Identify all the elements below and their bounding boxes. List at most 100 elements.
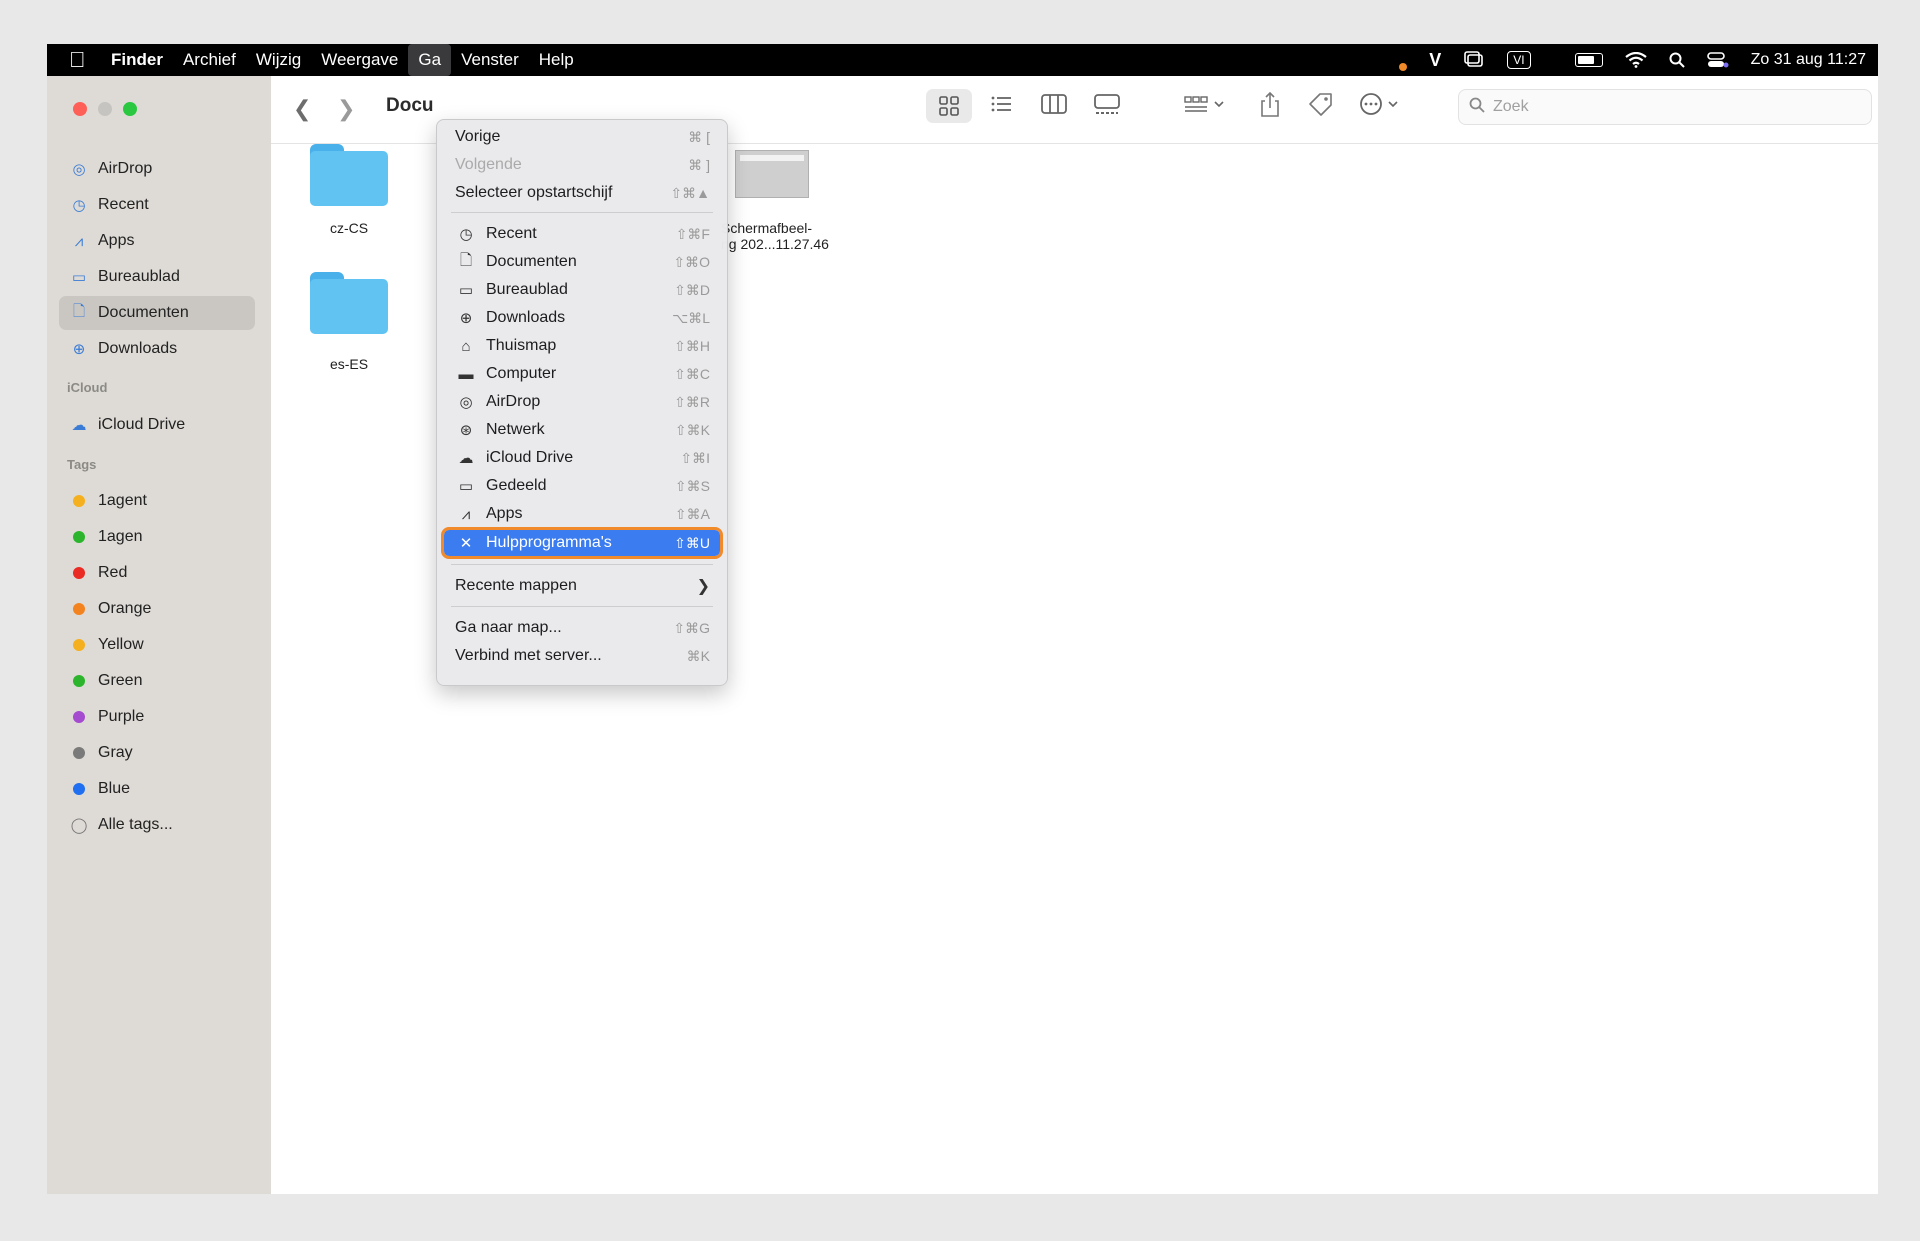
- menu-item-netwerk[interactable]: ⊛ Netwerk ⇧⌘K: [444, 417, 720, 443]
- menu-item-label: Vorige: [455, 128, 501, 145]
- gallery-view-button[interactable]: [1093, 92, 1121, 122]
- menu-item-thuismap[interactable]: ⌂ Thuismap ⇧⌘H: [444, 333, 720, 359]
- sidebar-item-apps[interactable]: ⩘ Apps: [59, 224, 255, 258]
- menu-item-shortcut: ⇧⌘F: [675, 225, 710, 242]
- clock-icon: ◷: [72, 197, 86, 214]
- sidebar-tag-gray[interactable]: Gray: [59, 736, 255, 770]
- menu-item-airdrop[interactable]: ◎ AirDrop ⇧⌘R: [444, 389, 720, 415]
- menu-item-vorige[interactable]: Vorige ⌘ [: [444, 124, 720, 150]
- sidebar-tag-1agen[interactable]: 1agen: [59, 520, 255, 554]
- menu-item-apps[interactable]: ⩘ Apps ⇧⌘A: [444, 501, 720, 527]
- menu-separator: [451, 606, 713, 607]
- menu-item-ga-naar-map[interactable]: Ga naar map... ⇧⌘G: [444, 615, 720, 641]
- file-name[interactable]: cz-CS: [289, 220, 409, 236]
- menu-item-bureaublad[interactable]: ▭ Bureaublad ⇧⌘D: [444, 277, 720, 303]
- list-view-button[interactable]: [989, 92, 1013, 122]
- menu-item-verbind-met-server[interactable]: Verbind met server... ⌘K: [444, 643, 720, 669]
- zoom-button[interactable]: [123, 102, 137, 116]
- spotlight-search-icon[interactable]: [1669, 52, 1685, 68]
- input-source-icon[interactable]: VI: [1507, 51, 1531, 69]
- menu-venster[interactable]: Venster: [451, 44, 529, 76]
- wifi-icon[interactable]: [1624, 52, 1647, 68]
- file-name[interactable]: Schermafbeel- ng 202...11.27.46: [721, 220, 871, 252]
- menu-archief[interactable]: Archief: [173, 44, 246, 76]
- apps-icon: ⩘: [74, 232, 84, 250]
- sidebar-item-documenten[interactable]: 🗋 Documenten: [59, 296, 255, 330]
- sidebar-item-bureaublad[interactable]: ▭ Bureaublad: [59, 260, 255, 294]
- menu-item-recent[interactable]: ◷ Recent ⇧⌘F: [444, 221, 720, 247]
- airdrop-icon: ◎: [459, 394, 473, 411]
- sidebar-tag-red[interactable]: Red: [59, 556, 255, 590]
- menu-item-shortcut: ⌘K: [686, 647, 710, 664]
- menu-item-label: Volgende: [455, 156, 522, 173]
- menu-item-hulpprogrammas[interactable]: ✕ Hulpprogramma's ⇧⌘U: [441, 527, 723, 559]
- sidebar-tag-yellow[interactable]: Yellow: [59, 628, 255, 662]
- menu-separator: [451, 212, 713, 213]
- control-center-icon[interactable]: [1706, 51, 1729, 69]
- menu-item-selecteer-opstartschijf[interactable]: Selecteer opstartschijf ⇧⌘▲: [444, 180, 720, 206]
- tag-dot-icon: [73, 639, 85, 651]
- window-controls: [73, 102, 137, 116]
- menu-item-shortcut: ⇧⌘H: [674, 337, 710, 354]
- menu-item-icloud-drive[interactable]: ☁ iCloud Drive ⇧⌘I: [444, 445, 720, 471]
- sidebar-tag-green[interactable]: Green: [59, 664, 255, 698]
- tag-dot-icon: [73, 531, 85, 543]
- menu-ga[interactable]: Ga: [408, 44, 452, 76]
- sidebar-tag-purple[interactable]: Purple: [59, 700, 255, 734]
- sidebar-all-tags[interactable]: ◯ Alle tags...: [59, 808, 255, 842]
- sidebar-item-label: Orange: [98, 600, 152, 617]
- menu-item-shortcut: ⇧⌘O: [673, 253, 710, 270]
- column-view-button[interactable]: [1041, 92, 1067, 122]
- close-button[interactable]: [73, 102, 87, 116]
- status-area: V VI Zo 31 aug 11:27: [1377, 44, 1866, 76]
- sidebar-item-downloads[interactable]: ⊕ Downloads: [59, 332, 255, 366]
- sidebar-tag-blue[interactable]: Blue: [59, 772, 255, 806]
- grid-icon: [939, 96, 959, 116]
- search-input[interactable]: Zoek: [1458, 89, 1872, 125]
- home-icon: ⌂: [461, 337, 471, 355]
- windows-icon[interactable]: [1463, 51, 1485, 69]
- folder-icon[interactable]: [310, 144, 388, 206]
- screenshot-thumbnail[interactable]: [735, 150, 809, 198]
- menu-item-shortcut: ⇧⌘▲: [670, 184, 710, 201]
- sidebar-item-airdrop[interactable]: ◎ AirDrop: [59, 152, 255, 186]
- menu-finder[interactable]: Finder: [103, 44, 173, 76]
- folder-icon[interactable]: [310, 272, 388, 334]
- sidebar-tag-1agent[interactable]: 1agent: [59, 484, 255, 518]
- minimize-button[interactable]: [98, 102, 112, 116]
- clock-icon: ◷: [459, 226, 473, 243]
- menu-item-label: Gedeeld: [486, 477, 547, 494]
- menu-help[interactable]: Help: [529, 44, 584, 76]
- menu-item-recente-mappen[interactable]: Recente mappen ❯: [444, 573, 720, 599]
- menu-item-documenten[interactable]: 🗋 Documenten ⇧⌘O: [444, 249, 720, 275]
- menu-wijzig[interactable]: Wijzig: [246, 44, 311, 76]
- menu-item-label: Bureaublad: [486, 281, 568, 298]
- back-button[interactable]: ❮: [293, 96, 311, 122]
- menu-item-gedeeld[interactable]: ▭ Gedeeld ⇧⌘S: [444, 473, 720, 499]
- group-button[interactable]: [1183, 92, 1227, 122]
- sidebar-item-icloud-drive[interactable]: ☁ iCloud Drive: [59, 408, 255, 442]
- apple-icon[interactable]: : [69, 47, 103, 73]
- tag-dot-icon: [73, 711, 85, 723]
- menu-bar:  Finder Archief Wijzig Weergave Ga Vens…: [47, 44, 1878, 76]
- sidebar-tag-orange[interactable]: Orange: [59, 592, 255, 626]
- file-name[interactable]: es-ES: [289, 356, 409, 372]
- recording-dot-icon: [1399, 63, 1408, 71]
- menu-item-downloads[interactable]: ⊕ Downloads ⌥⌘L: [444, 305, 720, 331]
- battery-icon[interactable]: [1553, 53, 1603, 67]
- icon-view-button[interactable]: [926, 89, 972, 123]
- menu-item-computer[interactable]: ▬ Computer ⇧⌘C: [444, 361, 720, 387]
- clock[interactable]: Zo 31 aug 11:27: [1751, 51, 1866, 69]
- sidebar-item-label: AirDrop: [98, 160, 153, 177]
- menu-weergave[interactable]: Weergave: [311, 44, 408, 76]
- sidebar-item-label: iCloud Drive: [98, 416, 186, 433]
- sidebar-item-label: Downloads: [98, 340, 178, 357]
- tag-button[interactable]: [1307, 91, 1335, 123]
- file-name-line: Schermafbeel-: [721, 220, 813, 236]
- menu-item-shortcut: ⇧⌘D: [674, 281, 710, 298]
- v-app-icon[interactable]: V: [1429, 50, 1441, 71]
- share-button[interactable]: [1259, 90, 1281, 124]
- sidebar-item-recent[interactable]: ◷ Recent: [59, 188, 255, 222]
- forward-button[interactable]: ❯: [337, 96, 355, 122]
- more-actions-button[interactable]: [1359, 92, 1403, 122]
